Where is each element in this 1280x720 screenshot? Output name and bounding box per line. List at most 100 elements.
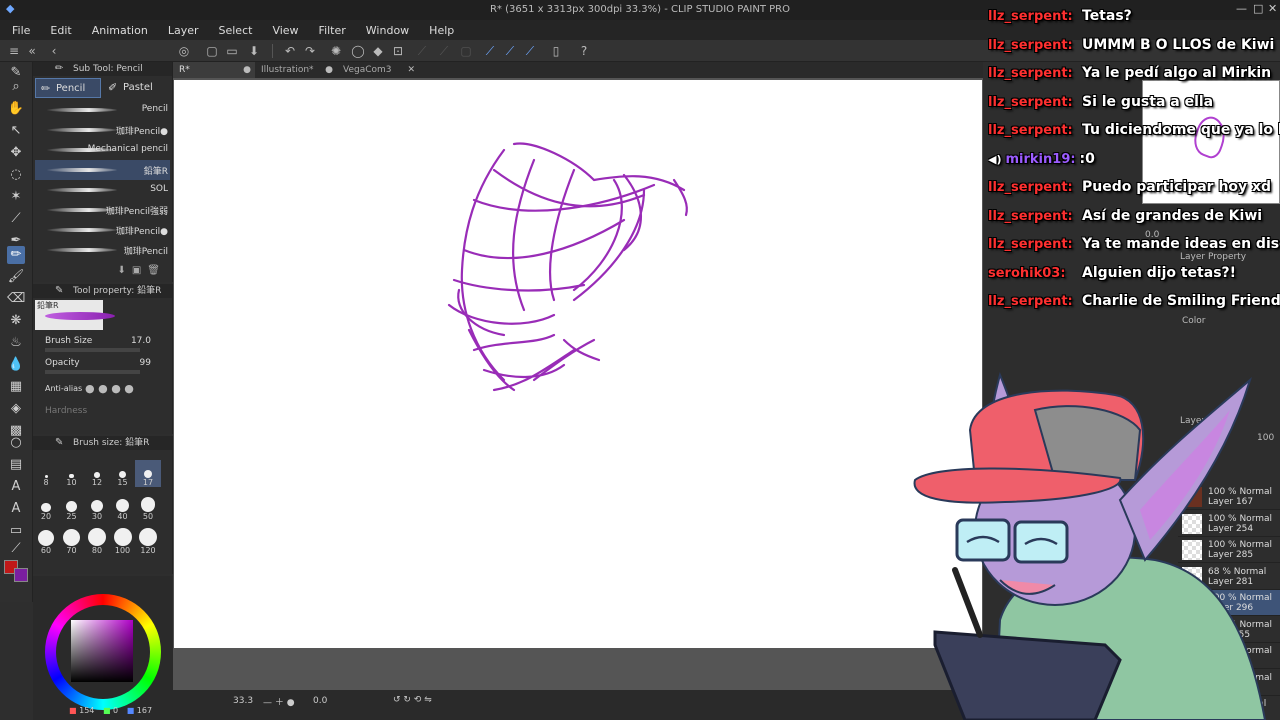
fill-icon[interactable]: ◆: [370, 43, 386, 59]
tab-illustration[interactable]: Illustration* ●: [255, 62, 337, 78]
save-icon[interactable]: ⬇: [246, 43, 262, 59]
brush-item[interactable]: Mechanical pencil: [35, 140, 170, 160]
menu-filter[interactable]: Filter: [319, 24, 346, 37]
brush-size-option[interactable]: 40: [110, 494, 136, 521]
menu-animation[interactable]: Animation: [92, 24, 148, 37]
brush-size-slider[interactable]: [45, 348, 140, 352]
menu-edit[interactable]: Edit: [50, 24, 71, 37]
subtool-actions[interactable]: ⬇▣🗑: [117, 265, 166, 276]
operation-icon[interactable]: ↖: [7, 122, 25, 140]
fill-tool-icon[interactable]: ◈: [7, 400, 25, 418]
brush-item[interactable]: 珈琲Pencil●: [35, 120, 170, 140]
new-file-icon[interactable]: ▢: [204, 43, 220, 59]
tab-close-icon[interactable]: ●: [243, 62, 251, 78]
magnifier-icon[interactable]: ⌕: [7, 78, 25, 96]
tab-pastel[interactable]: ✐ Pastel: [103, 78, 169, 98]
eyedropper-icon[interactable]: ⟋: [7, 210, 25, 228]
open-file-icon[interactable]: ▭: [224, 43, 240, 59]
brush-item[interactable]: 珈琲Pencil: [35, 240, 170, 260]
undo-icon[interactable]: ↶: [282, 43, 298, 59]
brush-size-option[interactable]: 70: [59, 528, 85, 555]
menu-window[interactable]: Window: [366, 24, 409, 37]
chat-text: Charlie de Smiling Friends: [1082, 293, 1280, 309]
auto-select-icon[interactable]: ✶: [7, 188, 25, 206]
brush-size-option[interactable]: 100: [110, 528, 136, 555]
tab-close-icon[interactable]: ●: [325, 62, 333, 78]
antialias-options[interactable]: ● ● ● ●: [85, 382, 134, 395]
tab-close-icon[interactable]: ✕: [407, 62, 415, 78]
text-icon[interactable]: A: [7, 500, 25, 518]
lasso-icon[interactable]: ◌: [7, 166, 25, 184]
color-wheel[interactable]: [45, 594, 161, 710]
menu-layer[interactable]: Layer: [168, 24, 199, 37]
figure-icon[interactable]: ▦: [7, 378, 25, 396]
opacity-value[interactable]: 99: [140, 358, 151, 368]
brush-item[interactable]: Pencil: [35, 100, 170, 120]
brush-size-option[interactable]: 60: [33, 528, 59, 555]
brush-item[interactable]: 珈琲Pencil強弱: [35, 200, 170, 220]
pencil-icon[interactable]: ✏: [7, 246, 25, 264]
redo-icon[interactable]: ↷: [302, 43, 318, 59]
tab-pencil[interactable]: ✏ Pencil: [35, 78, 101, 98]
brush-size-row[interactable]: Brush Size 17.0: [45, 336, 169, 352]
menu-help[interactable]: Help: [429, 24, 454, 37]
brush-size-value[interactable]: 17.0: [131, 336, 151, 346]
zoom-value[interactable]: 33.3: [233, 696, 253, 706]
brush-item-selected[interactable]: 鉛筆R: [35, 160, 170, 180]
brush-item[interactable]: SOL: [35, 180, 170, 200]
collapse-left-icon[interactable]: ‹: [46, 43, 62, 59]
ruler-icon[interactable]: A: [7, 478, 25, 496]
clear-icon[interactable]: ✺: [328, 43, 344, 59]
brush-item[interactable]: 珈琲Pencil●: [35, 220, 170, 240]
move-icon[interactable]: ✥: [7, 144, 25, 162]
canvas-area[interactable]: [173, 78, 983, 690]
brush-icon[interactable]: 🖌: [7, 268, 25, 286]
menu-select[interactable]: Select: [219, 24, 253, 37]
brush-size-label: 30: [91, 511, 103, 521]
sub-color-swatch[interactable]: [14, 568, 28, 582]
opacity-row[interactable]: Opacity 99: [45, 358, 169, 374]
opacity-slider[interactable]: [45, 370, 140, 374]
brush-size-option[interactable]: 15: [110, 460, 136, 487]
zoom-controls[interactable]: — ＋ ●: [263, 695, 295, 708]
brush-size-option[interactable]: 120: [135, 528, 161, 555]
transform-icon[interactable]: ◯: [350, 43, 366, 59]
menu-view[interactable]: View: [272, 24, 298, 37]
antialias-row[interactable]: Anti-alias ● ● ● ●: [45, 382, 169, 395]
brush-size-option[interactable]: 20: [33, 494, 59, 521]
frame-icon[interactable]: ▤: [7, 456, 25, 474]
panel-toggle-icon[interactable]: ≡: [6, 43, 22, 59]
eraser-icon[interactable]: ⌫: [7, 290, 25, 308]
balloon-icon[interactable]: ▭: [7, 522, 25, 540]
brush-size-option[interactable]: 80: [84, 528, 110, 555]
brush-size-option[interactable]: 17: [135, 460, 161, 487]
brush-size-option[interactable]: 30: [84, 494, 110, 521]
help-icon[interactable]: ?: [576, 43, 592, 59]
tab-vegacom3[interactable]: VegaCom3 ✕: [337, 62, 419, 78]
snap-ruler-icon[interactable]: ⟋: [482, 43, 498, 59]
brush-size-option[interactable]: 8: [33, 460, 59, 487]
brush-size-option[interactable]: 25: [59, 494, 85, 521]
drawing-canvas[interactable]: [174, 80, 982, 648]
scale-icon[interactable]: ⊡: [390, 43, 406, 59]
snap-grid-icon[interactable]: ⟋: [522, 43, 538, 59]
blend-icon[interactable]: 💧: [7, 356, 25, 374]
snap-special-ruler-icon[interactable]: ⟋: [502, 43, 518, 59]
menu-file[interactable]: File: [12, 24, 30, 37]
correction-icon[interactable]: ⟋: [7, 540, 25, 558]
brush-size-option[interactable]: 12: [84, 460, 110, 487]
rotation-value[interactable]: 0.0: [313, 696, 327, 706]
ellipse-icon[interactable]: ○: [7, 434, 25, 452]
brush-size-option[interactable]: 10: [59, 460, 85, 487]
tab-r[interactable]: R* ●: [173, 62, 255, 78]
saturation-square[interactable]: [71, 620, 133, 682]
collapse-icon[interactable]: «: [24, 43, 40, 59]
rotation-controls[interactable]: ↺ ↻ ⟲ ⇋: [393, 695, 432, 705]
device-icon[interactable]: ▯: [548, 43, 564, 59]
hardness-row[interactable]: Hardness: [45, 406, 169, 416]
clip-studio-icon[interactable]: ◎: [176, 43, 192, 59]
brush-size-option[interactable]: 50: [135, 494, 161, 521]
decoration-icon[interactable]: ❋: [7, 312, 25, 330]
hand-icon[interactable]: ✋: [7, 100, 25, 118]
airbrush-icon[interactable]: ♨: [7, 334, 25, 352]
